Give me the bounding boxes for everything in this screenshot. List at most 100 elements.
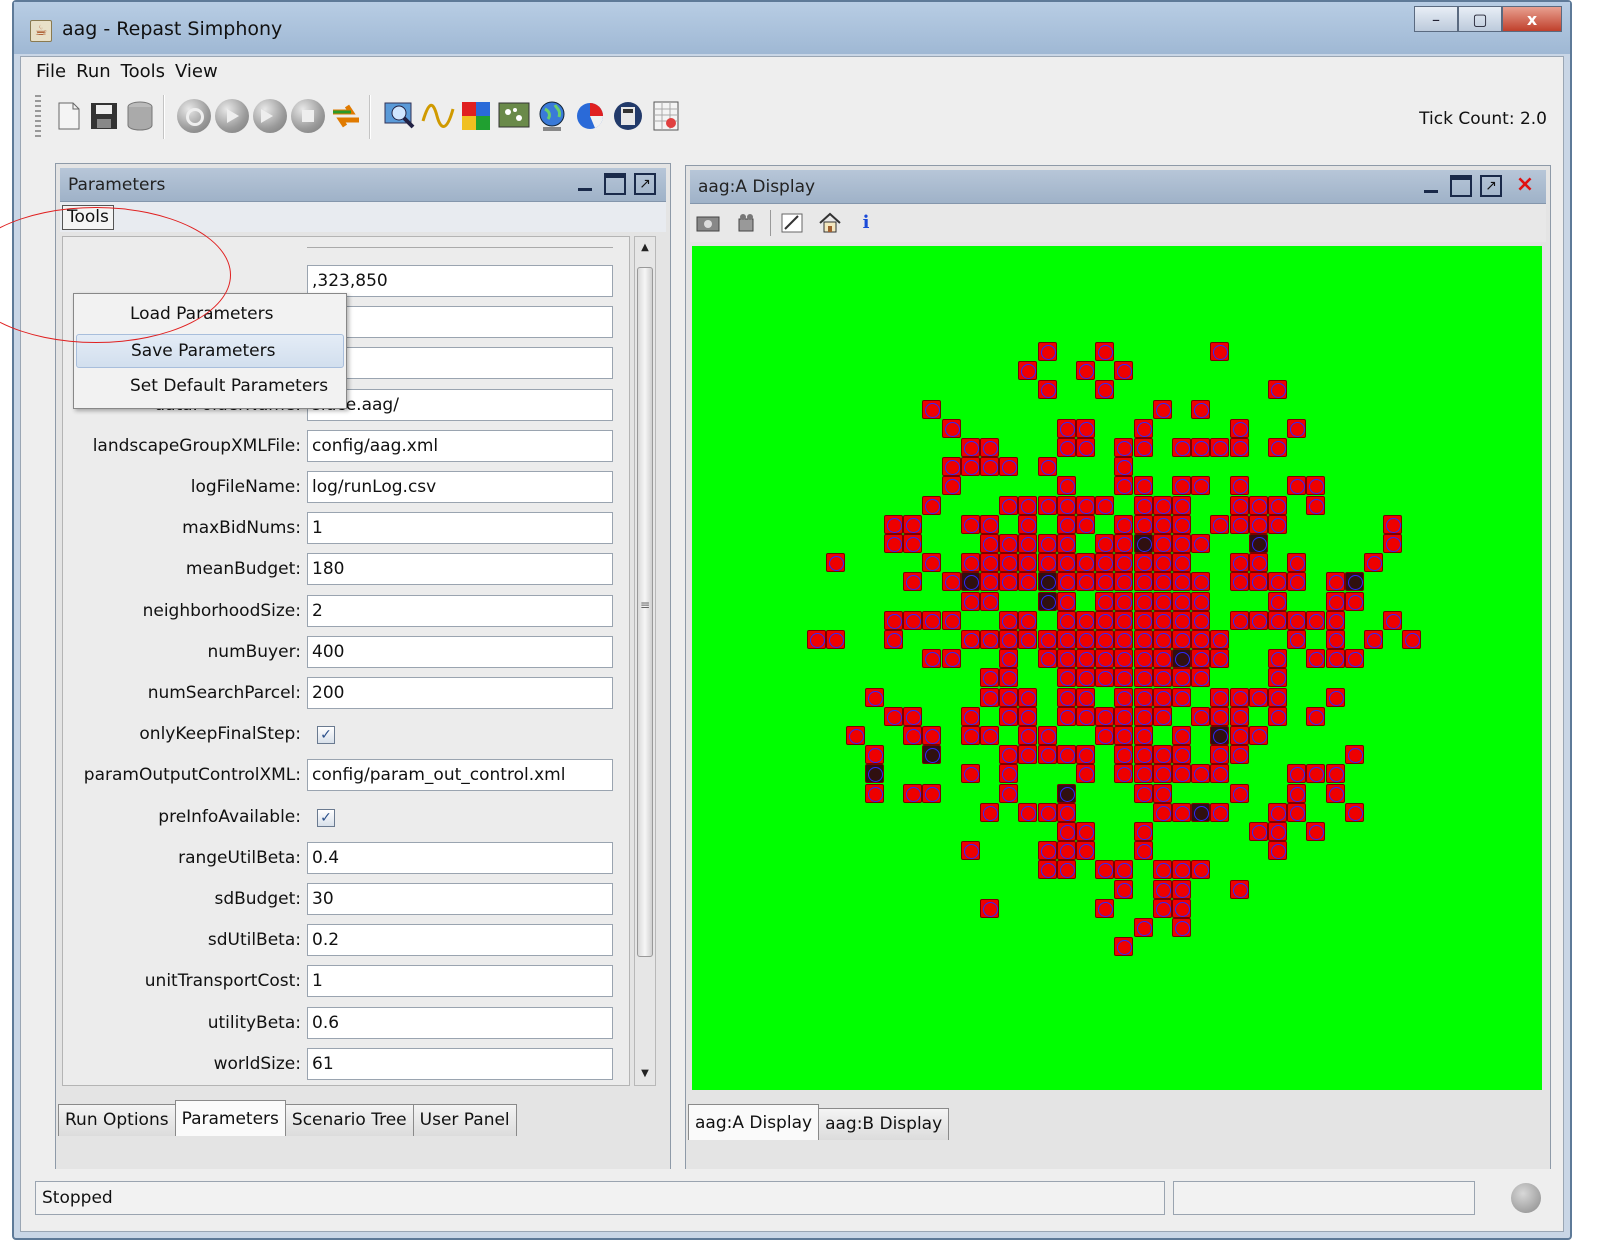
- menu-tools[interactable]: Tools: [116, 57, 170, 87]
- parameter-input[interactable]: 0.6: [307, 1006, 613, 1039]
- agent-cell: [1172, 591, 1191, 611]
- info-icon[interactable]: i: [854, 212, 878, 234]
- panel-float-icon[interactable]: ↗: [634, 173, 656, 195]
- parameter-input[interactable]: 61: [307, 1047, 613, 1080]
- menu-run[interactable]: Run: [71, 57, 116, 87]
- panel-close-icon[interactable]: ×: [1514, 174, 1536, 197]
- agent-cell: [1056, 841, 1076, 861]
- tab-run-options[interactable]: Run Options: [58, 1104, 176, 1136]
- video-icon[interactable]: [734, 212, 758, 234]
- minimize-button[interactable]: –: [1414, 6, 1458, 32]
- panel-maximize-icon[interactable]: [604, 173, 626, 195]
- camera-icon[interactable]: [696, 212, 720, 234]
- parameter-scrollbar[interactable]: ▲ ▼: [634, 236, 656, 1086]
- agent-cell: [1210, 764, 1230, 784]
- parameter-input[interactable]: 1: [307, 512, 613, 545]
- agent-cell: [960, 841, 980, 861]
- pie-chart-icon[interactable]: [573, 99, 607, 133]
- tab-parameters[interactable]: Parameters: [174, 1100, 286, 1136]
- step-icon[interactable]: [253, 99, 287, 133]
- edit-icon[interactable]: [780, 212, 804, 234]
- menu-load-parameters[interactable]: Load Parameters: [76, 298, 344, 332]
- stop-icon[interactable]: [291, 99, 325, 133]
- agent-cell: [1114, 591, 1134, 611]
- menu-view[interactable]: View: [170, 57, 223, 87]
- color-icon[interactable]: [459, 99, 493, 133]
- agent-cell: [1191, 764, 1211, 784]
- scroll-up-icon[interactable]: ▲: [635, 237, 655, 259]
- agent-cell: [1191, 438, 1211, 457]
- parameter-input[interactable]: 200: [307, 677, 613, 709]
- parameter-input[interactable]: log/runLog.csv: [307, 471, 613, 503]
- maximize-button[interactable]: ▢: [1458, 6, 1502, 32]
- agent-cell: [922, 495, 942, 515]
- spreadsheet-icon[interactable]: [649, 99, 683, 133]
- agent-cell: [1152, 745, 1172, 765]
- parameter-input[interactable]: 400: [307, 635, 613, 668]
- parameter-input[interactable]: 30: [307, 883, 613, 915]
- scroll-thumb[interactable]: [637, 267, 653, 957]
- display-icon[interactable]: [497, 99, 531, 133]
- panel-float-icon[interactable]: ↗: [1480, 175, 1502, 197]
- parameter-input[interactable]: config/param_out_control.xml: [307, 759, 613, 792]
- agent-cell: [941, 610, 961, 630]
- toolbar-grip-icon[interactable]: [35, 95, 41, 139]
- agent-cell: [1325, 649, 1345, 669]
- scroll-down-icon[interactable]: ▼: [635, 1063, 655, 1085]
- tab-scenario-tree[interactable]: Scenario Tree: [284, 1104, 414, 1136]
- menu-save-parameters[interactable]: Save Parameters: [76, 334, 344, 368]
- database-icon[interactable]: [123, 99, 157, 133]
- tab-user-panel[interactable]: User Panel: [412, 1104, 517, 1136]
- start-run-icon[interactable]: [215, 99, 249, 133]
- parameter-input[interactable]: sluce.aag/: [307, 388, 613, 421]
- title-bar[interactable]: ☕ aag - Repast Simphony – ▢ x: [14, 2, 1570, 54]
- home-icon[interactable]: [818, 212, 842, 234]
- agent-grid-display[interactable]: [692, 246, 1542, 1090]
- display-panel-header[interactable]: aag:A Display ↗ ×: [690, 170, 1546, 204]
- parameter-input[interactable]: 180: [307, 553, 613, 586]
- agent-cell: [1133, 783, 1153, 803]
- agent-cell: [999, 706, 1019, 726]
- new-scenario-icon[interactable]: [51, 99, 85, 133]
- agent-cell: [1114, 361, 1134, 381]
- reset-icon[interactable]: [329, 99, 363, 133]
- parameter-input[interactable]: 0.4: [307, 347, 613, 380]
- globe-icon[interactable]: [535, 99, 569, 133]
- parameter-row: maxBidNums: 1: [63, 512, 623, 546]
- agent-cell: [1133, 572, 1153, 592]
- agent-cell: [1133, 610, 1153, 630]
- menu-set-default-parameters[interactable]: Set Default Parameters: [76, 370, 344, 404]
- save-icon[interactable]: [87, 99, 121, 133]
- agent-cell: [1095, 495, 1115, 515]
- parameters-panel-header[interactable]: Parameters ↗: [60, 168, 666, 202]
- agent-cell: [1172, 476, 1191, 496]
- agent-cell: [1114, 514, 1134, 534]
- panel-maximize-icon[interactable]: [1450, 175, 1472, 197]
- parameter-input[interactable]: ,323,850: [307, 265, 613, 297]
- parameter-checkbox[interactable]: ✓: [317, 808, 335, 827]
- tools-button[interactable]: Tools: [62, 205, 114, 230]
- panel-minimize-icon[interactable]: [1420, 175, 1442, 197]
- agent-cell: [1095, 898, 1115, 918]
- tab-aag-b-display[interactable]: aag:B Display: [818, 1108, 950, 1140]
- panel-minimize-icon[interactable]: [574, 173, 596, 195]
- agent-cell: [1268, 649, 1287, 669]
- parameter-input[interactable]: [307, 306, 613, 339]
- parameter-input[interactable]: 2: [307, 594, 613, 627]
- parameter-checkbox[interactable]: ✓: [317, 726, 335, 745]
- agent-cell: [903, 514, 923, 534]
- agent-cell: [1325, 591, 1345, 611]
- tab-aag-a-display[interactable]: aag:A Display: [688, 1104, 820, 1140]
- parameter-input[interactable]: 0.4: [307, 841, 613, 874]
- chart-icon[interactable]: [421, 99, 455, 133]
- agent-cell: [1210, 342, 1230, 361]
- parameter-input[interactable]: config/aag.xml: [307, 429, 613, 462]
- parameter-input[interactable]: 0.2: [307, 924, 613, 957]
- menu-file[interactable]: File: [31, 57, 71, 87]
- agent-cell: [1037, 841, 1057, 861]
- close-button[interactable]: x: [1502, 6, 1562, 32]
- parameter-input[interactable]: 1: [307, 965, 613, 998]
- calculator-icon[interactable]: [611, 99, 645, 133]
- data-sets-icon[interactable]: [383, 99, 417, 133]
- initialize-icon[interactable]: [177, 99, 211, 133]
